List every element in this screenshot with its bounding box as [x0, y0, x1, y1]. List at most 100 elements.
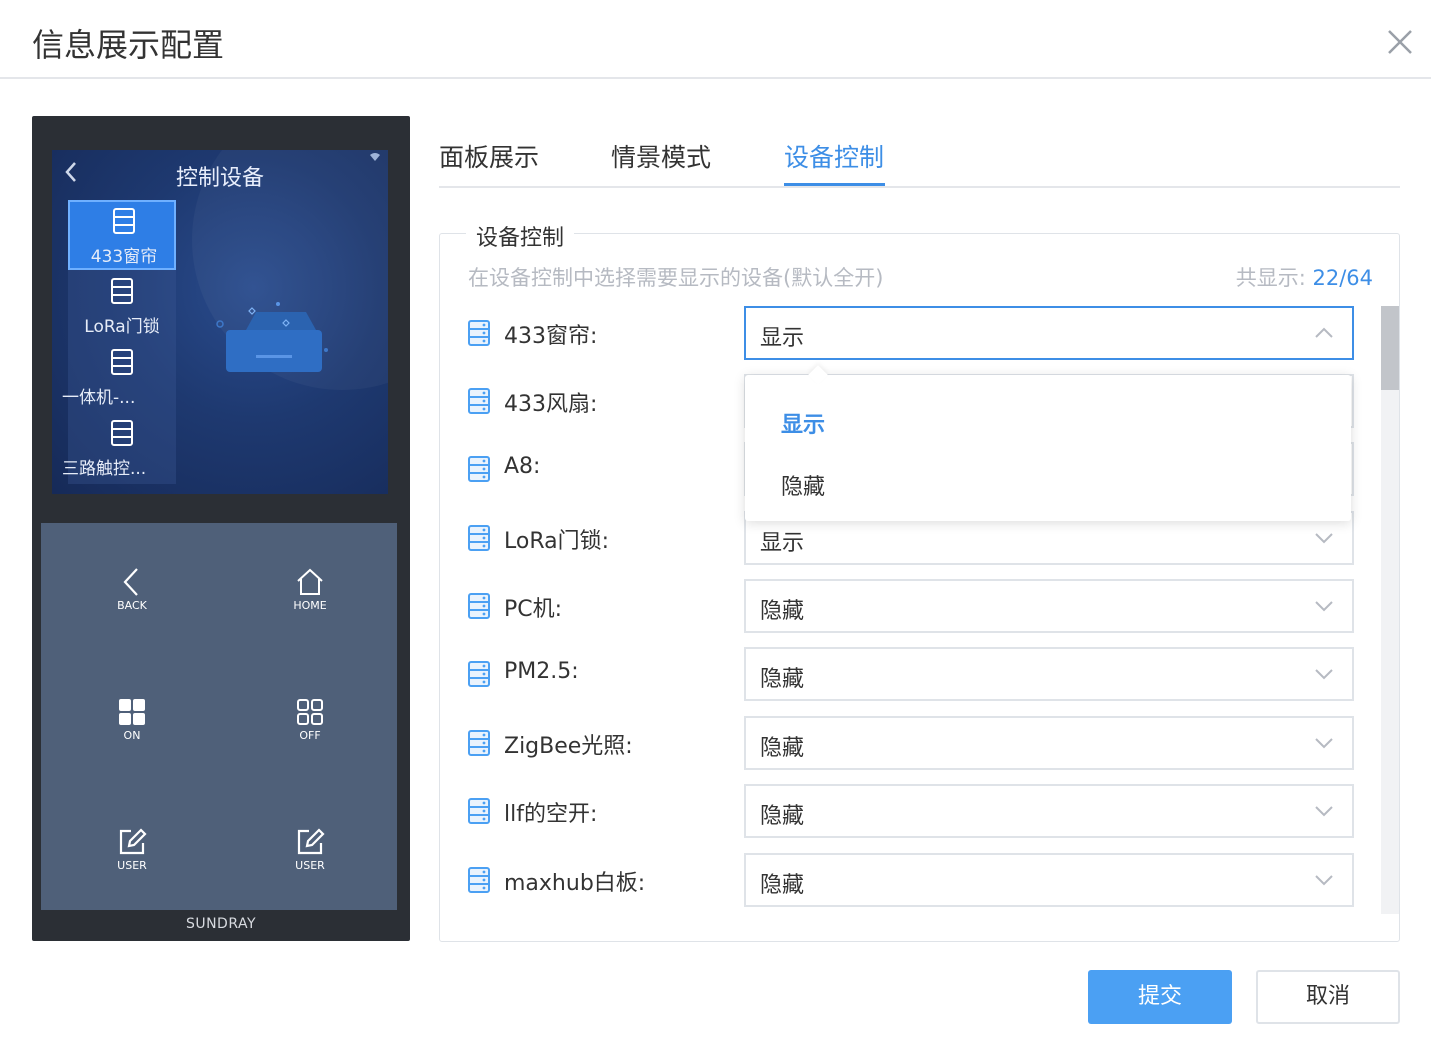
tab-scene-mode[interactable]: 情景模式 — [611, 138, 711, 174]
back-arrow-icon — [123, 568, 138, 596]
submit-button[interactable]: 提交 — [1088, 970, 1232, 1024]
device-row-label: PC机: — [504, 597, 563, 622]
empty-box-icon — [216, 302, 328, 372]
device-control-panel: 设备控制 在设备控制中选择需要显示的设备(默认全开) 共显示: 22/64 43… — [439, 220, 1400, 942]
edit-icon — [119, 828, 147, 855]
device-row: maxhub白板: 隐藏 — [468, 853, 1358, 907]
preview-button-label: OFF — [299, 729, 321, 742]
display-count: 共显示: 22/64 — [1236, 262, 1373, 292]
preview-back-button: BACK — [102, 567, 162, 612]
device-list-label: 433窗帘 — [90, 247, 158, 267]
screen-title: 控制设备 — [175, 166, 264, 191]
visibility-select-value: 显示 — [760, 326, 805, 351]
preview-on-button: ON — [102, 697, 162, 742]
preview-user-button: USER — [280, 827, 340, 872]
chevron-down-icon — [1315, 738, 1333, 749]
visibility-select[interactable]: 隐藏 — [744, 579, 1354, 633]
cancel-button[interactable]: 取消 — [1256, 970, 1400, 1024]
device-list-item: 三路触控... — [62, 414, 176, 484]
device-icon — [468, 661, 490, 687]
device-icon — [468, 320, 490, 346]
device-list-item: 一体机-... — [62, 343, 176, 413]
visibility-select[interactable]: 隐藏 — [744, 647, 1354, 701]
device-row-label: llf的空开: — [504, 802, 598, 827]
visibility-select[interactable]: 隐藏 — [744, 716, 1354, 770]
grid-outline-icon — [297, 699, 323, 725]
device-row: PC机: 隐藏 — [468, 579, 1358, 633]
preview-screen: 控制设备 433窗帘 LoRa门锁 一体机-... 三路触控... — [52, 150, 388, 494]
device-list-item: LoRa门锁 — [68, 272, 176, 342]
preview-button-label: USER — [117, 859, 147, 872]
preview-button-label: USER — [295, 859, 325, 872]
device-row: PM2.5: 隐藏 — [468, 647, 1358, 701]
device-row-label: 433窗帘: — [504, 324, 598, 349]
device-list-label: LoRa门锁 — [84, 317, 160, 337]
device-row: ZigBee光照: 隐藏 — [468, 716, 1358, 770]
signal-icon — [370, 153, 380, 161]
chevron-up-icon — [1315, 327, 1333, 338]
device-list-label: 一体机-... — [62, 388, 136, 408]
dialog-title: 信息展示配置 — [32, 26, 225, 64]
device-icon — [468, 798, 490, 824]
visibility-select-value: 隐藏 — [760, 667, 805, 692]
dialog-header: 信息展示配置 — [0, 0, 1431, 79]
dropdown-option-hide[interactable]: 隐藏 — [781, 469, 825, 501]
device-icon — [468, 867, 490, 893]
device-icon — [468, 593, 490, 619]
count-current: 22 — [1312, 266, 1340, 290]
chevron-down-icon — [1315, 806, 1333, 817]
preview-off-button: OFF — [280, 697, 340, 742]
preview-home-button: HOME — [280, 567, 340, 612]
device-row-label: A8: — [504, 454, 541, 479]
device-icon — [468, 525, 490, 551]
visibility-select-value: 显示 — [760, 531, 805, 556]
preview-button-panel: BACK HOME ON OFF USER USER — [41, 523, 397, 910]
home-icon — [297, 568, 323, 595]
chevron-down-icon — [1315, 669, 1333, 680]
visibility-select-value: 隐藏 — [760, 599, 805, 624]
device-icon — [111, 420, 133, 446]
preview-user-button: USER — [102, 827, 162, 872]
device-row-label: ZigBee光照: — [504, 734, 633, 759]
panel-legend: 设备控制 — [466, 220, 575, 252]
tab-bar: 面板展示 情景模式 设备控制 — [439, 130, 1400, 188]
close-icon[interactable] — [1384, 26, 1416, 58]
chevron-down-icon — [1315, 601, 1333, 612]
visibility-select[interactable]: 显示 — [744, 306, 1354, 360]
device-list: 433窗帘 LoRa门锁 一体机-... 三路触控... — [62, 200, 176, 484]
preview-button-label: ON — [123, 729, 141, 742]
panel-scrollbar[interactable] — [1381, 306, 1399, 914]
visibility-select-value: 隐藏 — [760, 804, 805, 829]
tab-device-control[interactable]: 设备控制 — [784, 138, 884, 174]
scrollbar-thumb[interactable] — [1381, 306, 1399, 390]
visibility-select-value: 隐藏 — [760, 736, 805, 761]
device-icon — [468, 388, 490, 414]
chevron-down-icon — [1315, 875, 1333, 886]
device-row: llf的空开: 隐藏 — [468, 784, 1358, 838]
visibility-select[interactable]: 隐藏 — [744, 784, 1354, 838]
brand-label: SUNDRAY — [185, 916, 257, 932]
edit-icon — [297, 828, 325, 855]
device-icon — [468, 456, 490, 482]
device-icon — [111, 349, 133, 375]
device-row-label: PM2.5: — [504, 659, 579, 684]
panel-hint: 在设备控制中选择需要显示的设备(默认全开) — [468, 266, 884, 290]
chevron-down-icon — [1315, 533, 1333, 544]
preview-button-label: BACK — [117, 599, 147, 612]
device-row-label: maxhub白板: — [504, 871, 646, 896]
device-icon — [468, 730, 490, 756]
device-list-label: 三路触控... — [62, 459, 147, 479]
visibility-select-value: 隐藏 — [760, 873, 805, 898]
device-preview: 控制设备 433窗帘 LoRa门锁 一体机-... 三路触控... BACK H… — [32, 116, 410, 941]
device-icon — [111, 278, 133, 304]
device-row-label: LoRa门锁: — [504, 529, 610, 554]
device-row: 433窗帘: 显示 — [468, 306, 1358, 360]
count-total: /64 — [1339, 266, 1373, 290]
device-row-label: 433风扇: — [504, 392, 598, 417]
visibility-dropdown-menu: 显示 隐藏 — [745, 365, 1351, 521]
tab-panel-display[interactable]: 面板展示 — [439, 138, 539, 174]
dropdown-option-show[interactable]: 显示 — [781, 407, 825, 439]
count-label: 共显示: — [1235, 266, 1306, 290]
grid-filled-icon — [119, 699, 145, 725]
visibility-select[interactable]: 隐藏 — [744, 853, 1354, 907]
